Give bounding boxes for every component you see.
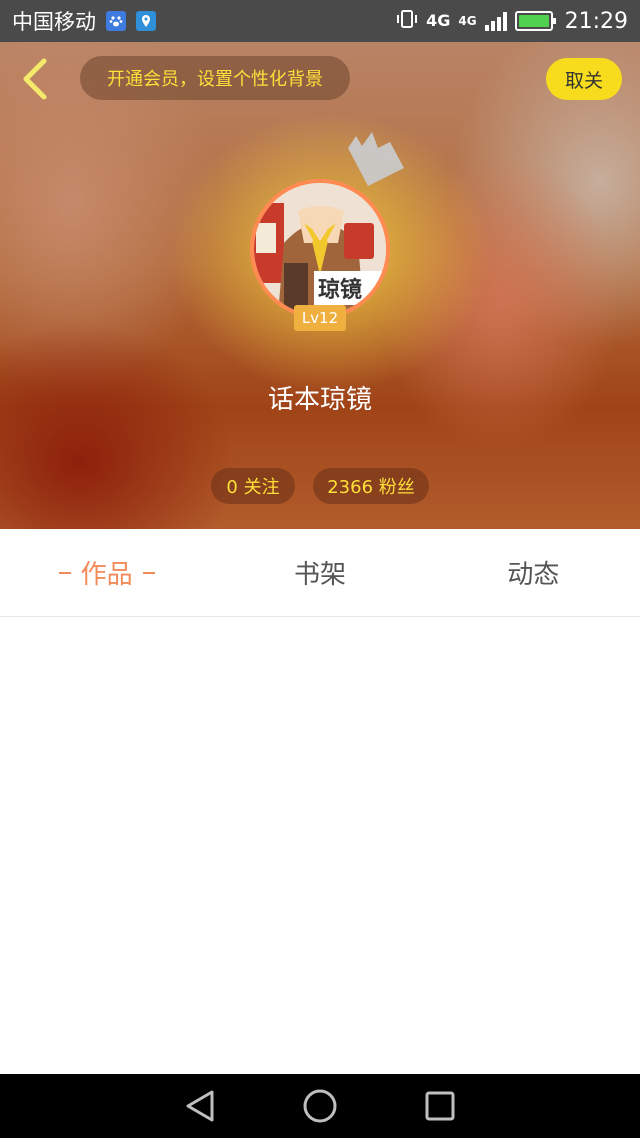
nav-back-button[interactable] xyxy=(180,1086,220,1126)
tab-indicator-right xyxy=(142,571,155,574)
network-type-1: 4G xyxy=(426,11,451,30)
nav-home-button[interactable] xyxy=(300,1086,340,1126)
profile-screen: 中国移动 4G 4G 21:29 开通会员，设置个性化背景 取关 琼镜 Lv12… xyxy=(0,0,640,1138)
baidu-paw-icon xyxy=(106,11,126,31)
tab-bookshelf-label: 书架 xyxy=(293,560,346,590)
chevron-left-icon xyxy=(23,58,47,100)
avatar-text: 琼镜 xyxy=(318,277,362,303)
avatar-image: 琼镜 xyxy=(250,179,390,319)
tab-works-label: 作品 xyxy=(80,560,133,590)
carrier-name: 中国移动 xyxy=(12,10,96,34)
status-bar: 中国移动 4G 4G 21:29 xyxy=(0,0,640,42)
map-pin-icon xyxy=(136,11,156,31)
triangle-back-icon xyxy=(186,1090,214,1122)
tab-indicator-left xyxy=(58,571,71,574)
back-button[interactable] xyxy=(14,56,54,102)
clock: 21:29 xyxy=(564,8,628,34)
tab-activity[interactable]: 动态 xyxy=(427,529,640,616)
level-badge: Lv12 xyxy=(294,305,346,331)
avatar[interactable]: 琼镜 xyxy=(250,179,390,319)
unfollow-button[interactable]: 取关 xyxy=(546,58,622,100)
username: 话本琼镜 xyxy=(267,385,372,415)
tab-bookshelf[interactable]: 书架 xyxy=(213,529,426,616)
following-count[interactable]: 0 关注 xyxy=(211,468,295,504)
signal-icon xyxy=(484,11,507,31)
system-nav-bar xyxy=(0,1074,640,1138)
square-recents-icon xyxy=(425,1091,455,1121)
nav-recents-button[interactable] xyxy=(420,1086,460,1126)
profile-tabs: 作品 书架 动态 xyxy=(0,529,640,617)
circle-home-icon xyxy=(303,1089,337,1123)
tab-content-area xyxy=(0,618,640,1074)
network-type-2: 4G xyxy=(458,14,477,28)
tab-activity-label: 动态 xyxy=(507,560,560,590)
fans-count[interactable]: 2366 粉丝 xyxy=(313,468,429,504)
status-bar-right: 4G 4G 21:29 xyxy=(396,9,628,34)
status-bar-left: 中国移动 xyxy=(12,6,156,36)
battery-icon xyxy=(514,11,556,31)
vibrate-icon xyxy=(396,9,418,34)
profile-header: 开通会员，设置个性化背景 取关 琼镜 Lv12 话本琼镜 0 关注 2366 粉… xyxy=(0,42,640,529)
tab-works[interactable]: 作品 xyxy=(0,529,213,616)
vip-background-prompt[interactable]: 开通会员，设置个性化背景 xyxy=(80,56,350,100)
